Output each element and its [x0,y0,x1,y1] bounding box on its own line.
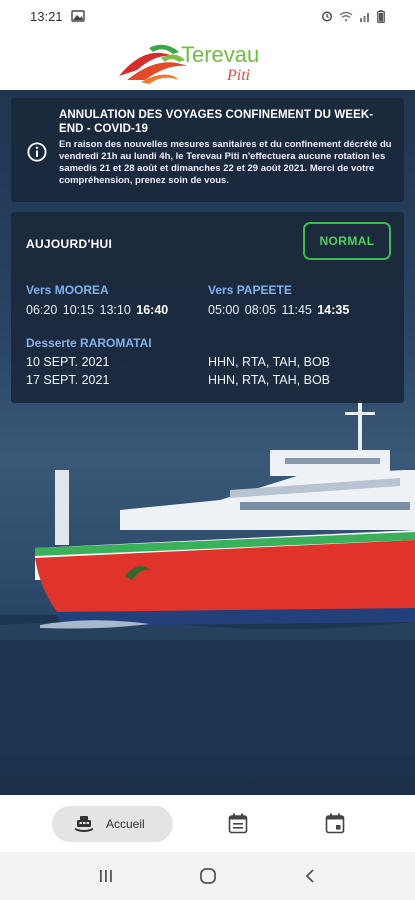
system-navigation-bar [0,852,415,900]
alert-body: En raison des nouvelles mesures sanitair… [59,139,392,186]
service-status-badge[interactable]: NORMAL [303,222,391,260]
recent-apps-icon[interactable] [98,868,114,884]
terevau-logo: Terevau Piti [119,42,259,84]
raromatai-date: 10 SEPT. 2021 [26,355,110,369]
schedule-list-icon[interactable] [228,813,248,834]
back-icon[interactable] [303,868,317,884]
home-icon[interactable] [199,867,217,885]
wifi-icon [339,11,353,21]
status-time: 13:21 [30,8,63,24]
bottom-navigation: Accueil [0,795,415,852]
covid-alert-banner: ANNULATION DES VOYAGES CONFINEMENT DU WE… [11,98,404,202]
moorea-times-list: 06:20 10:15 13:10 [26,303,131,317]
calendar-icon[interactable] [325,813,345,834]
raromatai-date: 17 SEPT. 2021 [26,373,110,387]
moorea-heading: Vers MOOREA [26,283,109,297]
today-schedule-card: AUJOURD'HUI NORMAL Vers MOOREA 06:20 10:… [11,212,404,403]
moorea-next-time: 16:40 [136,303,169,317]
ferry-icon [75,816,93,832]
app-header: Terevau Piti [0,32,415,90]
status-bar: 13:21 [0,0,415,32]
papeete-heading: Vers PAPEETE [208,283,292,297]
papeete-next-time: 14:35 [317,303,350,317]
alarm-icon [321,11,333,22]
nav-home-label: Accueil [106,817,145,831]
today-label: AUJOURD'HUI [26,237,113,251]
moorea-times: 06:20 10:15 13:10 16:40 [26,303,168,317]
raromatai-heading: Desserte RAROMATAI [26,336,152,350]
alert-title: ANNULATION DES VOYAGES CONFINEMENT DU WE… [59,109,374,135]
nav-home-button[interactable]: Accueil [52,806,173,842]
logo-title: Terevau [181,42,259,67]
papeete-times: 05:00 08:05 11:45 14:35 [208,303,349,317]
raromatai-stops: HHN, RTA, TAH, BOB [208,373,331,387]
logo-subtitle: Piti [226,67,250,84]
gallery-icon [70,10,85,22]
battery-icon [377,9,385,23]
info-icon [27,142,47,162]
signal-icon [360,12,369,22]
raromatai-stops: HHN, RTA, TAH, BOB [208,355,331,369]
ferry-image [0,400,415,750]
papeete-times-list: 05:00 08:05 11:45 [208,303,312,317]
hero-background: ANNULATION DES VOYAGES CONFINEMENT DU WE… [0,90,415,795]
